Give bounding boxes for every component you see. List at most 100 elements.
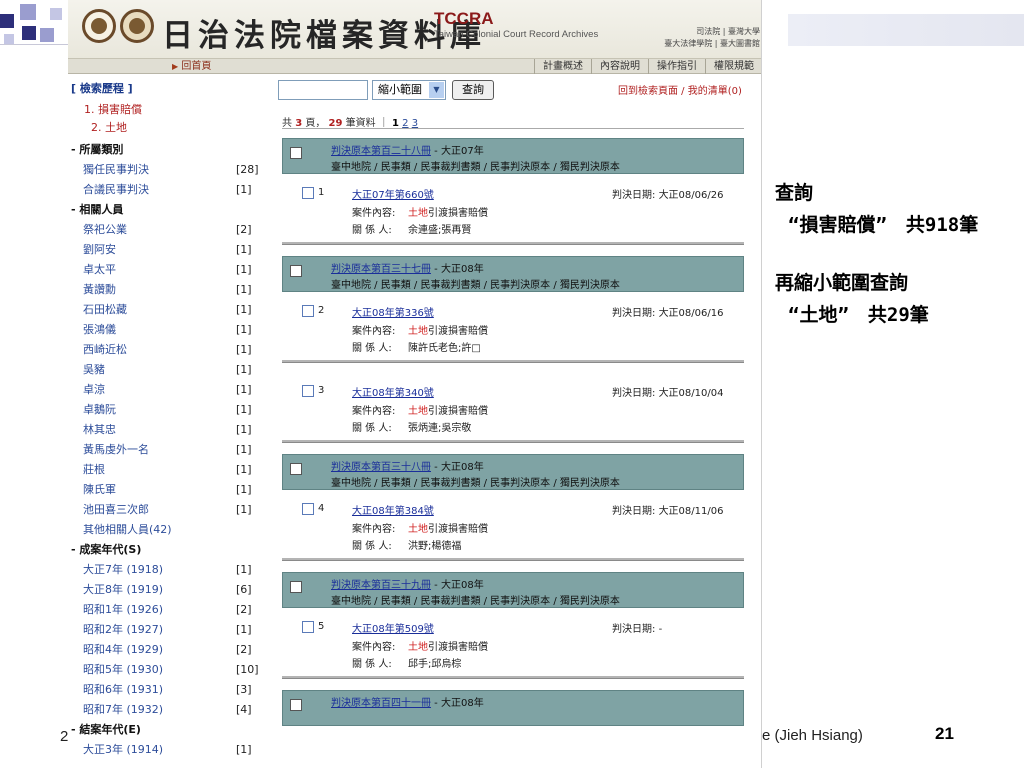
- nav-tab[interactable]: 權限規範: [705, 59, 761, 74]
- case-number: 2: [318, 305, 325, 316]
- volume-header: 判決原本第百三十九冊 - 大正08年 臺中地院 / 民事類 / 民事裁判書類 / …: [282, 572, 744, 608]
- judgment-date: 判決日期: -: [612, 620, 662, 635]
- date-label: 判決日期:: [612, 624, 656, 635]
- date-label: 判決日期:: [612, 308, 656, 319]
- volume-link[interactable]: 判決原本第百四十一冊: [331, 698, 431, 709]
- facet-item[interactable]: 莊根 [1]: [68, 460, 258, 480]
- page-number: 21: [935, 724, 954, 743]
- case-link[interactable]: 大正08年第509號: [352, 620, 434, 635]
- facet-item[interactable]: 昭和6年 (1931) [3]: [68, 680, 258, 700]
- facet-item[interactable]: 西崎近松 [1]: [68, 340, 258, 360]
- case-checkbox[interactable]: [302, 503, 314, 515]
- nav-tab[interactable]: 內容說明: [591, 59, 648, 74]
- facet-item[interactable]: 吳豬 [1]: [68, 360, 258, 380]
- facet-item[interactable]: 獨任民事判決 [28]: [68, 160, 259, 180]
- keyword-highlight: 土地: [408, 524, 428, 535]
- case-content: 案件內容: 土地引渡損害賠償: [352, 322, 488, 337]
- scope-select[interactable]: 縮小範圍 ▼: [372, 80, 446, 100]
- back-to-search-link[interactable]: 回到檢索頁面: [618, 86, 678, 97]
- facet-count: [28]: [236, 163, 259, 176]
- facet-label: 大正3年 (1914): [83, 743, 164, 756]
- volume-header: 判決原本第百四十一冊 - 大正08年: [282, 690, 744, 726]
- volume-title: 判決原本第百三十七冊 - 大正08年: [331, 260, 484, 275]
- search-button[interactable]: 查詢: [452, 80, 494, 100]
- volume-checkbox[interactable]: [290, 463, 302, 475]
- chevron-down-icon[interactable]: ▼: [429, 82, 444, 98]
- search-input[interactable]: [278, 80, 368, 100]
- facet-item[interactable]: 卓太平 [1]: [68, 260, 258, 280]
- nav-tabs: 計畫概述 內容說明 操作指引 權限規範: [534, 59, 761, 74]
- case-people: 關 係 人: 陳許氏老色;許□: [352, 339, 481, 354]
- case-row: 2 大正08年第336號 判決日期: 大正08/06/16 案件內容: 土地引渡損害賠償…: [282, 294, 744, 358]
- facet-label: 吳豬: [83, 363, 105, 376]
- case-link[interactable]: 大正08年第340號: [352, 384, 434, 399]
- facet-item[interactable]: 大正3年 (1914) [1]: [68, 740, 258, 760]
- facet-item[interactable]: 祭祀公業 [2]: [68, 220, 258, 240]
- facet-item[interactable]: 林其忠 [1]: [68, 420, 258, 440]
- facet-label: 池田喜三次郎: [83, 503, 149, 516]
- nav-tab[interactable]: 計畫概述: [534, 59, 591, 74]
- volume-link[interactable]: 判決原本第百二十八冊: [331, 146, 431, 157]
- date-value: 大正08/06/26: [658, 190, 724, 201]
- case-checkbox[interactable]: [302, 187, 314, 199]
- facet-count: [1]: [236, 563, 252, 576]
- volume-checkbox[interactable]: [290, 147, 302, 159]
- facet-item[interactable]: 大正8年 (1919) [6]: [68, 580, 258, 600]
- facet-label: 西崎近松: [83, 343, 127, 356]
- facet-item[interactable]: 合議民事判決 [1]: [68, 180, 258, 200]
- facet-item[interactable]: 昭和1年 (1926) [2]: [68, 600, 258, 620]
- case-link[interactable]: 大正08年第384號: [352, 502, 434, 517]
- sponsors-line-2: 臺大法律學院 | 臺大圖書館: [664, 39, 760, 48]
- content-label: 案件內容:: [352, 524, 396, 535]
- content-label: 案件內容:: [352, 406, 396, 417]
- case-link[interactable]: 大正07年第660號: [352, 186, 434, 201]
- home-link[interactable]: ▶ 回首頁: [172, 59, 211, 74]
- facet-item[interactable]: 卓鵝阮 [1]: [68, 400, 258, 420]
- facet-item[interactable]: 卓涼 [1]: [68, 380, 258, 400]
- facet-item[interactable]: 黃馬虔外一名 [1]: [68, 440, 258, 460]
- volume-checkbox[interactable]: [290, 581, 302, 593]
- facet-item[interactable]: 昭和2年 (1927) [1]: [68, 620, 258, 640]
- facet-item[interactable]: 昭和4年 (1929) [2]: [68, 640, 258, 660]
- history-item[interactable]: 2. 土地: [91, 119, 127, 135]
- volume-link[interactable]: 判決原本第百三十九冊: [331, 580, 431, 591]
- case-people: 關 係 人: 邱手;邱烏棕: [352, 655, 461, 670]
- facet-item[interactable]: 昭和5年 (1930) [10]: [68, 660, 259, 680]
- facet-label: 大正7年 (1918): [83, 563, 164, 576]
- facet-item[interactable]: 黃讚勳 [1]: [68, 280, 258, 300]
- volume-checkbox[interactable]: [290, 265, 302, 277]
- annotation-line: 再縮小範圍查詢: [775, 272, 909, 294]
- date-value: -: [658, 624, 663, 635]
- facet-label: 昭和4年 (1929): [83, 643, 164, 656]
- divider: [282, 128, 744, 129]
- date-label: 判決日期:: [612, 388, 656, 399]
- nav-tab[interactable]: 操作指引: [648, 59, 705, 74]
- volume-header: 判決原本第百二十八冊 - 大正07年 臺中地院 / 民事類 / 民事裁判書類 / …: [282, 138, 744, 174]
- history-item[interactable]: 1. 損害賠償: [84, 101, 142, 117]
- slide: 日治法院檔案資料庫 TCCRA Taiwan Colonial Court Re…: [0, 0, 1024, 768]
- judgment-date: 判決日期: 大正08/06/26: [612, 186, 723, 201]
- facet-item[interactable]: 昭和7年 (1932) [4]: [68, 700, 258, 720]
- case-row: 4 大正08年第384號 判決日期: 大正08/11/06 案件內容: 土地引渡損害賠償…: [282, 492, 744, 556]
- volume-checkbox[interactable]: [290, 699, 302, 711]
- facet-item[interactable]: 陳氏軍 [1]: [68, 480, 258, 500]
- facet-item[interactable]: 張鴻儀 [1]: [68, 320, 258, 340]
- volume-link[interactable]: 判決原本第百三十八冊: [331, 462, 431, 473]
- facet-item[interactable]: 池田喜三次郎 [1]: [68, 500, 258, 520]
- scales-logo-icon: [82, 9, 116, 43]
- content-rest: 引渡損害賠償: [428, 208, 488, 219]
- content-label: 案件內容:: [352, 326, 396, 337]
- facet-item[interactable]: 石田松藏 [1]: [68, 300, 258, 320]
- people-label: 關 係 人:: [352, 423, 392, 434]
- facet-item[interactable]: 劉阿安 [1]: [68, 240, 258, 260]
- case-checkbox[interactable]: [302, 621, 314, 633]
- my-list-link[interactable]: 我的清單(0): [688, 86, 742, 97]
- facet-count: [3]: [236, 683, 252, 696]
- case-link[interactable]: 大正08年第336號: [352, 304, 434, 319]
- facet-item[interactable]: 其他相關人員(42): [68, 520, 258, 540]
- case-checkbox[interactable]: [302, 385, 314, 397]
- facet-item[interactable]: 大正7年 (1918) [1]: [68, 560, 258, 580]
- volume-link[interactable]: 判決原本第百三十七冊: [331, 264, 431, 275]
- facet-count: [1]: [236, 283, 252, 296]
- case-checkbox[interactable]: [302, 305, 314, 317]
